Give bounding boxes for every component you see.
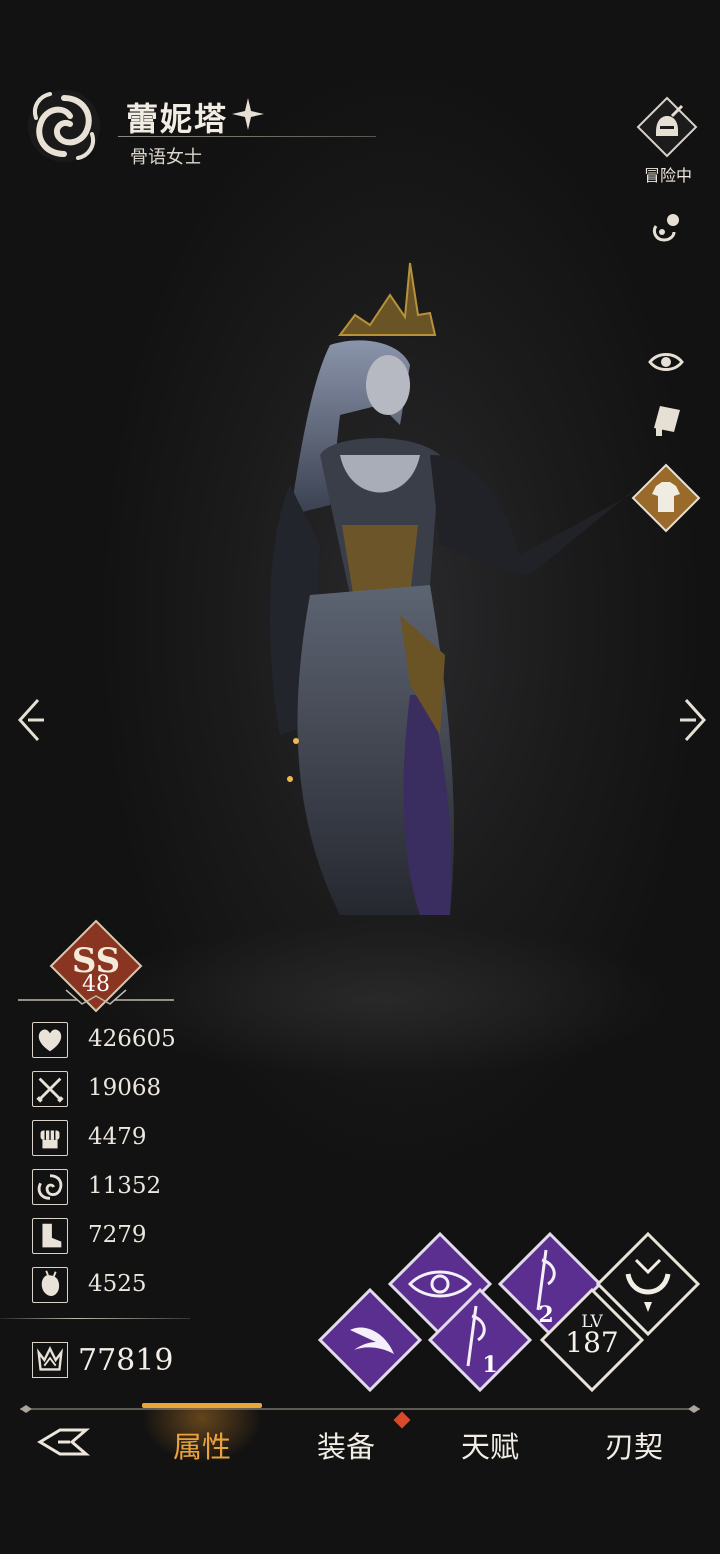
stat-value: 11352 (88, 1173, 162, 1199)
prev-character-arrow-icon[interactable] (14, 698, 48, 742)
tab-blade-pact[interactable]: 刃契 (584, 1424, 684, 1466)
adventure-status-label: 冒险中 (643, 166, 692, 185)
name-divider (118, 136, 376, 137)
profile-card-icon[interactable] (646, 400, 686, 440)
boot-icon (32, 1218, 68, 1254)
stat-row-attack: 19068 (32, 1069, 252, 1109)
stat-row-defense: 4479 (32, 1118, 252, 1158)
fist-icon (32, 1120, 68, 1156)
skill-panel: 2 1 (317, 1231, 701, 1393)
character-name: 蕾妮塔 (126, 100, 229, 138)
eye-icon[interactable] (646, 342, 686, 382)
tab-equipment[interactable]: 装备 (296, 1424, 396, 1466)
skill-feather-button[interactable] (317, 1287, 423, 1393)
stat-value: 19068 (88, 1075, 162, 1101)
stat-value: 4479 (88, 1124, 147, 1150)
anatomical-heart-icon (32, 1267, 68, 1303)
vortex-icon (32, 1169, 68, 1205)
heart-icon (32, 1022, 68, 1058)
star-icon (232, 98, 264, 130)
stat-value: 7279 (88, 1222, 147, 1248)
stat-row-hp: 426605 (32, 1020, 252, 1060)
rank-ornament (18, 989, 174, 1005)
tab-attributes[interactable]: 属性 (152, 1424, 252, 1466)
character-model (270, 262, 640, 915)
combat-power-value: 77819 (78, 1343, 174, 1378)
stat-value: 4525 (88, 1271, 147, 1297)
stat-row-vitality: 4525 (32, 1265, 252, 1305)
stat-row-speed: 7279 (32, 1216, 252, 1256)
crossed-swords-icon (32, 1071, 68, 1107)
crown-emblem-icon (32, 1342, 68, 1378)
character-title: 骨语女士 (130, 147, 202, 168)
level-value: 187 (565, 1326, 619, 1359)
stat-row-vortex: 11352 (32, 1167, 252, 1207)
next-character-arrow-icon[interactable] (676, 698, 710, 742)
active-tab-indicator (142, 1403, 262, 1408)
skill-2-number: 2 (538, 1302, 553, 1328)
adventure-status-button[interactable] (636, 96, 698, 158)
tab-talent[interactable]: 天赋 (440, 1424, 540, 1466)
back-arrow-icon[interactable] (36, 1420, 92, 1464)
stats-divider (0, 1318, 190, 1319)
faction-swirl-icon (28, 90, 100, 162)
stat-value: 426605 (88, 1026, 176, 1052)
skill-1-number: 1 (482, 1352, 497, 1378)
voice-icon[interactable] (646, 208, 686, 248)
